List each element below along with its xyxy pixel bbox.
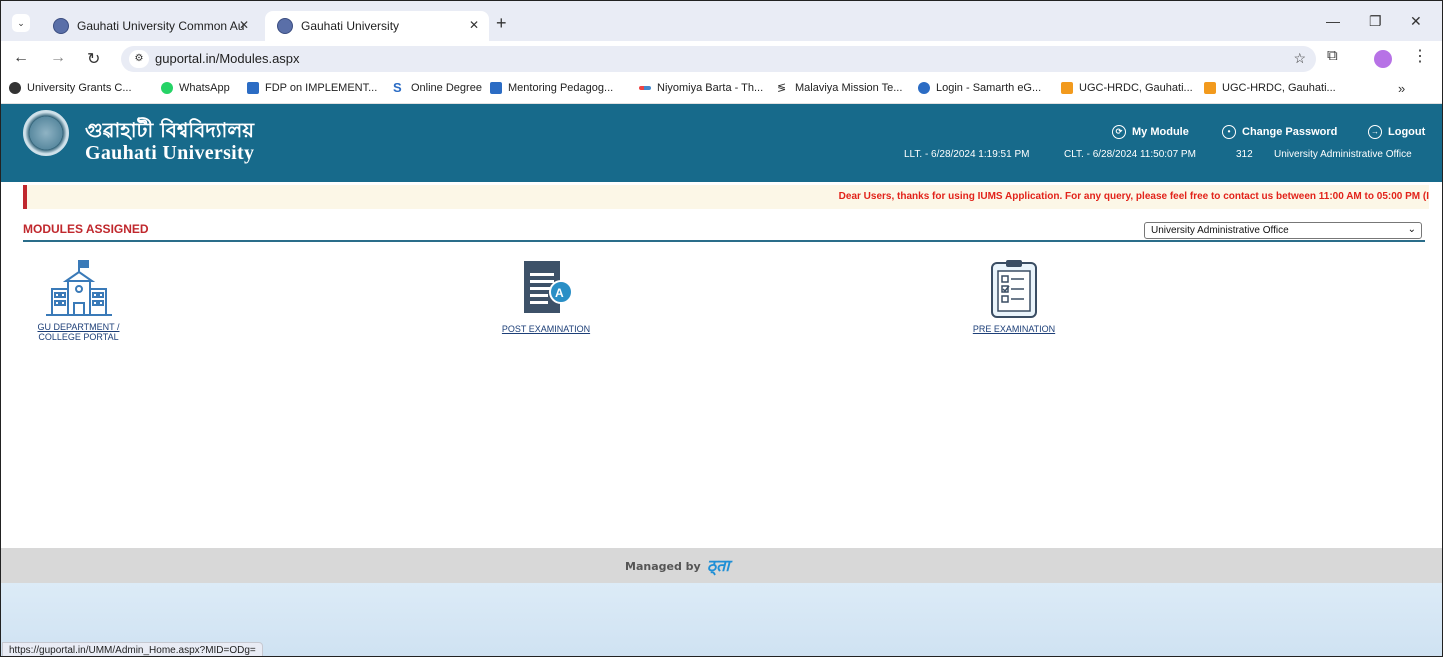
mission-logo-icon: ≶ (777, 82, 789, 94)
close-window-icon[interactable]: ✕ (1410, 13, 1422, 30)
module-label[interactable]: COLLEGE PORTAL (31, 332, 126, 342)
module-icon: ⟳ (1112, 125, 1126, 139)
password-icon: • (1222, 125, 1236, 139)
office-select[interactable]: University Administrative Office ⌄ (1144, 222, 1422, 239)
person-icon (247, 82, 259, 94)
section-divider (23, 240, 1425, 242)
address-bar[interactable]: ⚙ guportal.in/Modules.aspx ☆ (121, 46, 1316, 72)
vendor-logo: ठ्ता (707, 558, 730, 575)
bookmark-item[interactable]: S Online Degree (393, 81, 482, 94)
notice-bar: Dear Users, thanks for using IUMS Applic… (23, 185, 1429, 209)
menu-kebab-icon[interactable]: ⋮ (1412, 46, 1428, 66)
bookmark-item[interactable]: Mentoring Pedagog... (490, 82, 613, 94)
bookmark-star-icon[interactable]: ☆ (1293, 50, 1306, 67)
svg-text:A: A (555, 286, 564, 300)
module-post-examination[interactable]: A POST EXAMINATION (491, 259, 601, 334)
s-logo-icon: S (393, 81, 405, 94)
office-name: University Administrative Office (1274, 149, 1412, 160)
restore-icon[interactable]: ❐ (1369, 13, 1382, 30)
gu-favicon-icon (277, 18, 293, 34)
url-text: guportal.in/Modules.aspx (155, 51, 300, 66)
bookmark-item[interactable]: University Grants C... (9, 82, 132, 94)
blogger-icon (1204, 82, 1216, 94)
gu-favicon-icon (53, 18, 69, 34)
university-name-english: Gauhati University (85, 142, 255, 164)
bookmark-item[interactable]: FDP on IMPLEMENT... (247, 82, 377, 94)
close-tab-icon[interactable]: ✕ (239, 18, 249, 32)
university-seal-logo (23, 110, 69, 156)
change-password-link[interactable]: • Change Password (1222, 125, 1337, 139)
close-tab-icon[interactable]: ✕ (469, 18, 479, 32)
samarth-icon (918, 82, 930, 94)
chevron-down-icon: ⌄ (1407, 224, 1416, 235)
document-grade-icon: A (524, 261, 573, 313)
site-info-icon[interactable]: ⚙ (129, 50, 149, 68)
back-icon[interactable]: ← (13, 49, 29, 67)
module-pre-examination[interactable]: PRE EXAMINATION (959, 259, 1069, 334)
modules-title: MODULES ASSIGNED (23, 222, 149, 236)
managed-by-text: Managed by (625, 560, 701, 573)
footer-managed-bar: Managed by ठ्ता (1, 548, 1442, 583)
bookmark-item[interactable]: UGC-HRDC, Gauhati... (1204, 82, 1336, 94)
tab-common-auth[interactable]: Gauhati University Common Au ✕ (41, 11, 259, 41)
logout-link[interactable]: → Logout (1368, 125, 1425, 139)
reload-icon[interactable]: ↻ (87, 49, 100, 69)
new-tab-icon[interactable]: + (496, 14, 507, 32)
my-module-link[interactable]: ⟳ My Module (1112, 125, 1189, 139)
bookmark-item[interactable]: Login - Samarth eG... (918, 82, 1041, 94)
globe-icon (9, 82, 21, 94)
tab-title: Gauhati University (301, 19, 400, 33)
office-select-value: University Administrative Office (1151, 225, 1289, 236)
browser-toolbar: ← → ↻ ⚙ guportal.in/Modules.aspx ☆ (1, 41, 1442, 77)
tab-search-chevron-icon[interactable]: ⌄ (12, 14, 30, 32)
bookmark-item[interactable]: WhatsApp (161, 82, 230, 94)
extensions-icon[interactable]: ⧉ (1327, 47, 1338, 64)
user-id: 312 (1236, 149, 1253, 160)
module-label[interactable]: POST EXAMINATION (491, 324, 601, 334)
tab-gauhati-university[interactable]: Gauhati University ✕ (265, 11, 489, 41)
bookmarks-bar: University Grants C... WhatsApp FDP on I… (1, 77, 1442, 104)
tab-title: Gauhati University Common Au (77, 19, 245, 33)
module-label[interactable]: GU DEPARTMENT / (31, 322, 126, 332)
whatsapp-icon (161, 82, 173, 94)
bookmark-item[interactable]: UGC-HRDC, Gauhati... (1061, 82, 1193, 94)
bookmark-item[interactable]: Niyomiya Barta - Th... (639, 82, 763, 94)
bookmark-item[interactable]: ≶ Malaviya Mission Te... (777, 82, 902, 94)
logout-icon: → (1368, 125, 1382, 139)
clipboard-checklist-icon (991, 260, 1037, 318)
module-label[interactable]: PRE EXAMINATION (959, 324, 1069, 334)
blogger-icon (1061, 82, 1073, 94)
tab-strip: ⌄ Gauhati University Common Au ✕ Gauhati… (1, 1, 1442, 41)
notice-text: Dear Users, thanks for using IUMS Applic… (838, 191, 1429, 202)
building-icon (45, 260, 112, 316)
profile-avatar[interactable] (1374, 50, 1392, 68)
module-gu-department[interactable]: GU DEPARTMENT / COLLEGE PORTAL (31, 259, 126, 342)
newspaper-icon (639, 86, 651, 90)
status-bar-url: https://guportal.in/UMM/Admin_Home.aspx?… (2, 642, 263, 656)
current-login-time: CLT. - 6/28/2024 11:50:07 PM (1064, 149, 1196, 160)
more-bookmarks-icon[interactable]: » (1398, 81, 1405, 96)
last-login-time: LLT. - 6/28/2024 1:19:51 PM (904, 149, 1030, 160)
minimize-icon[interactable]: — (1326, 13, 1340, 29)
person-icon (490, 82, 502, 94)
forward-icon[interactable]: → (50, 49, 66, 67)
portal-header: গুৱাহাটী বিশ্ববিদ্যালয় Gauhati Universi… (1, 104, 1442, 182)
browser-window: ⌄ Gauhati University Common Au ✕ Gauhati… (0, 0, 1443, 657)
